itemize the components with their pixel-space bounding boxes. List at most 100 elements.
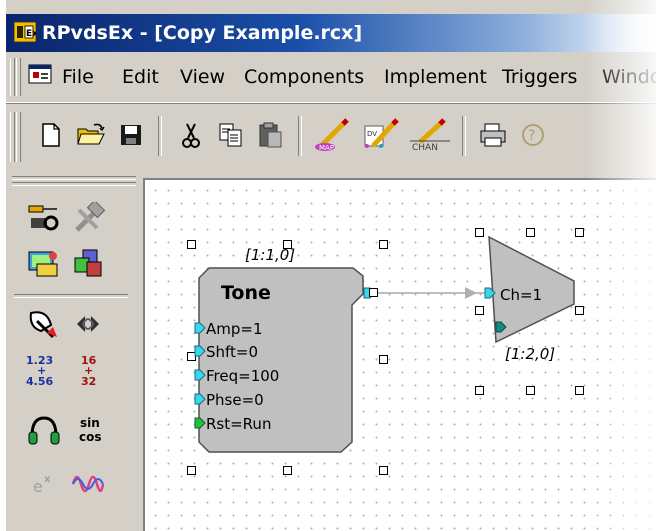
- chan-label: CHAN: [412, 143, 438, 152]
- wave-arrows-button[interactable]: [68, 304, 108, 344]
- selection-handle[interactable]: [369, 288, 378, 297]
- title-bar[interactable]: Ex RPvdsEx - [Copy Example.rcx]: [6, 14, 656, 52]
- edit-map-button[interactable]: MAP: [312, 118, 354, 152]
- component-palette: 1.23 + 4.56 16 + 32 sin cos e x: [6, 172, 140, 531]
- copy-icon: [219, 123, 242, 147]
- selection-handle[interactable]: [526, 228, 535, 237]
- io-button[interactable]: [24, 304, 64, 344]
- new-file-icon: [42, 123, 60, 147]
- selection-handle[interactable]: [575, 386, 584, 395]
- toolbar-grip[interactable]: [10, 112, 15, 162]
- tools-button[interactable]: [68, 198, 108, 238]
- tone-component-title: Tone: [221, 282, 271, 304]
- waveform-button[interactable]: [68, 464, 108, 504]
- menubar-grip[interactable]: [10, 58, 15, 96]
- arithmetic-icon: 1.23 + 4.56: [26, 354, 53, 388]
- selection-handle[interactable]: [475, 386, 484, 395]
- menu-view[interactable]: View: [180, 66, 225, 88]
- cut-button[interactable]: [174, 118, 208, 152]
- display-components-button[interactable]: [24, 244, 64, 284]
- svg-text:e: e: [33, 477, 43, 496]
- svg-text:cos: cos: [79, 430, 102, 444]
- selection-handle[interactable]: [187, 240, 196, 249]
- headphones-icon: [28, 416, 60, 445]
- svg-text:x: x: [44, 474, 51, 485]
- display-components-icon: [28, 251, 58, 277]
- app-window: Ex RPvdsEx - [Copy Example.rcx] File Edi…: [6, 0, 656, 531]
- palette-grip-2[interactable]: [12, 182, 136, 186]
- dac-trigger-port[interactable]: [495, 321, 509, 335]
- menu-bar: File Edit View Components Implement Trig…: [6, 52, 656, 103]
- menu-components[interactable]: Components: [244, 66, 364, 88]
- svg-text:?: ?: [528, 128, 535, 144]
- cubes-button[interactable]: [68, 244, 108, 284]
- port-shft-label: Shft=0: [206, 343, 259, 361]
- selection-handle[interactable]: [475, 306, 484, 315]
- selection-handle[interactable]: [187, 466, 196, 475]
- edit-device-icon: DV: [364, 118, 399, 148]
- selection-handle[interactable]: [379, 240, 388, 249]
- cut-scissors-icon: [182, 123, 200, 148]
- map-label: MAP: [319, 144, 334, 152]
- help-icon: ?: [522, 124, 544, 146]
- port-amp-label: Amp=1: [206, 320, 263, 338]
- menu-implement[interactable]: Implement: [384, 66, 487, 88]
- connector-tools-icon: [28, 205, 59, 231]
- palette-grip[interactable]: [12, 176, 136, 180]
- new-button[interactable]: [34, 118, 68, 152]
- print-icon: [480, 123, 506, 147]
- satellite-dish-icon: [29, 311, 57, 339]
- wave-arrows-icon: [77, 316, 99, 332]
- design-canvas[interactable]: [1:1,0] Tone Amp=1 Shft=0 Freq=100 Phse=…: [143, 178, 656, 531]
- save-button[interactable]: [114, 118, 148, 152]
- open-button[interactable]: [74, 118, 108, 152]
- edit-device-button[interactable]: DV: [360, 118, 402, 152]
- waveform-icon: [71, 475, 105, 493]
- audio-button[interactable]: [24, 410, 64, 450]
- connector-tools-button[interactable]: [24, 198, 64, 238]
- cubes-icon: [74, 249, 102, 277]
- port-phse-label: Phse=0: [206, 391, 264, 409]
- svg-text:Ex: Ex: [26, 29, 36, 39]
- exponent-button[interactable]: e x: [24, 464, 64, 504]
- toolbar-separator-3: [462, 116, 466, 156]
- selection-handle[interactable]: [575, 228, 584, 237]
- menu-edit[interactable]: Edit: [122, 66, 159, 88]
- paste-button[interactable]: [254, 118, 288, 152]
- hammer-tools-icon: [75, 202, 105, 232]
- save-disk-icon: [121, 125, 141, 145]
- svg-text:32: 32: [81, 375, 96, 388]
- selection-handle[interactable]: [379, 355, 388, 364]
- menu-triggers[interactable]: Triggers: [502, 66, 577, 88]
- open-folder-icon: [77, 123, 105, 145]
- tone-component-id: [1:1,0]: [245, 246, 296, 264]
- toolbar-grip-2[interactable]: [16, 112, 21, 162]
- selection-handle[interactable]: [379, 466, 388, 475]
- toolbar: MAP DV CHAN ?: [6, 103, 656, 170]
- document-window-icon[interactable]: [28, 64, 54, 86]
- paste-icon: [259, 122, 282, 148]
- menu-window[interactable]: Windo: [602, 66, 656, 88]
- toolbar-separator: [158, 116, 162, 156]
- menu-file[interactable]: File: [62, 66, 94, 88]
- print-button[interactable]: [476, 118, 510, 152]
- selection-handle[interactable]: [575, 306, 584, 315]
- window-title: RPvdsEx - [Copy Example.rcx]: [42, 22, 363, 44]
- dac-input-port[interactable]: [484, 287, 498, 301]
- trig-button[interactable]: sin cos: [68, 410, 108, 450]
- toolbar-separator-2: [298, 116, 302, 156]
- selection-handle[interactable]: [475, 228, 484, 237]
- edit-chan-icon: CHAN: [410, 118, 450, 152]
- float-arithmetic-button[interactable]: 1.23 + 4.56: [22, 352, 62, 392]
- rpvdsex-app-icon: Ex: [14, 22, 36, 42]
- help-button-partial[interactable]: ?: [516, 118, 550, 152]
- copy-button[interactable]: [214, 118, 248, 152]
- selection-handle[interactable]: [526, 386, 535, 395]
- port-rst-label: Rst=Run: [206, 415, 272, 433]
- selection-handle[interactable]: [283, 466, 292, 475]
- edit-chan-button[interactable]: CHAN: [408, 118, 452, 152]
- integer-arithmetic-button[interactable]: 16 + 32: [70, 352, 110, 392]
- menubar-grip-2[interactable]: [16, 58, 21, 96]
- wire-arrow: [465, 287, 477, 299]
- exponent-icon: e x: [33, 474, 51, 496]
